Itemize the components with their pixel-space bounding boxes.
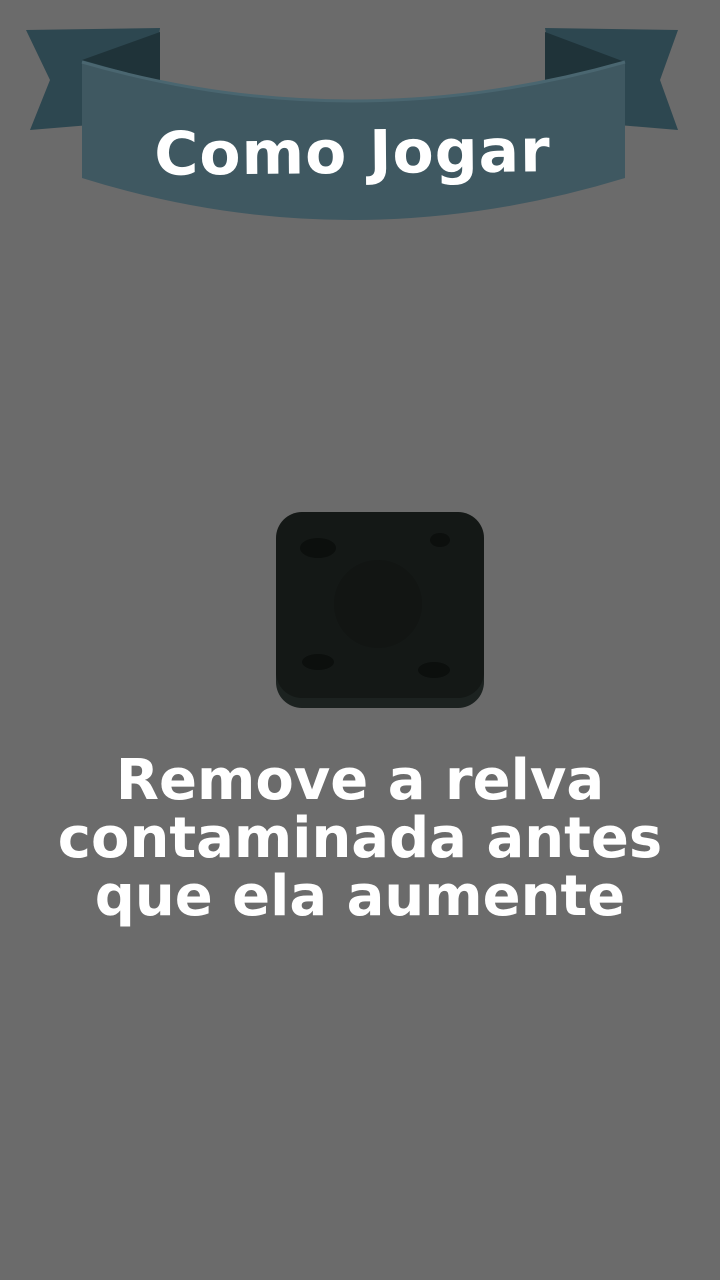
page-title: Como Jogar — [153, 116, 552, 190]
instruction-line-3: que ela aumente — [94, 864, 626, 929]
contaminated-grass-tile-icon — [276, 512, 484, 708]
instruction-line-2: contaminada antes — [57, 806, 663, 871]
instruction-text: Remove a relva contaminada antes que ela… — [40, 752, 680, 926]
how-to-play-screen: Como Jogar Remove a relva contaminada an… — [0, 0, 720, 1280]
instruction-line-1: Remove a relva — [115, 748, 605, 813]
